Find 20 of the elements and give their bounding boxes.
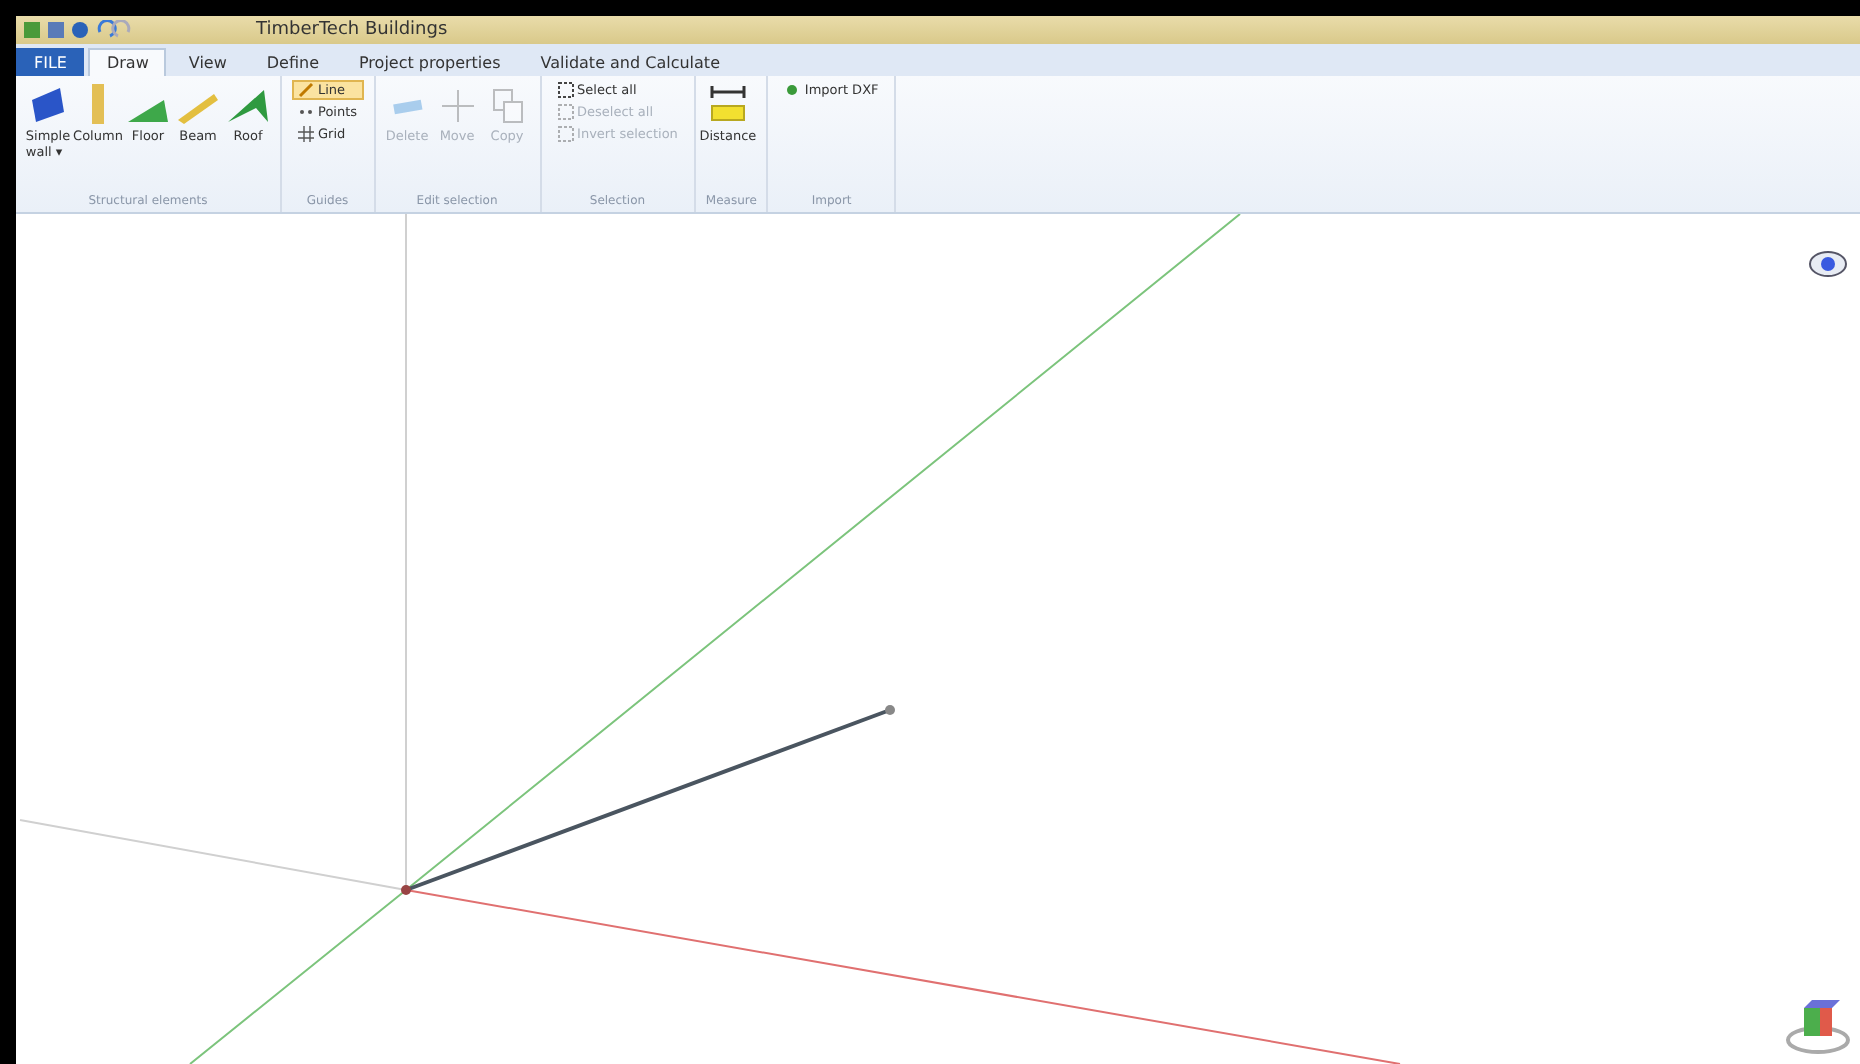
line-icon xyxy=(298,82,314,98)
grid-icon xyxy=(298,126,314,142)
ribbon-tab[interactable]: View xyxy=(170,48,245,76)
floor-icon xyxy=(128,96,168,124)
eye-icon[interactable] xyxy=(1808,250,1848,278)
window-title: TimberTech Buildings xyxy=(256,20,448,40)
ribbon-tab[interactable]: Validate and Calculate xyxy=(522,48,738,76)
move-icon xyxy=(439,88,476,124)
ruler-icon xyxy=(707,84,748,124)
points-icon xyxy=(298,104,314,120)
ribbon-tab[interactable]: Project properties xyxy=(341,48,519,76)
beam-icon xyxy=(178,92,218,124)
roof-icon xyxy=(228,88,268,124)
file-tab[interactable]: FILE xyxy=(16,48,85,76)
ribbon-tab[interactable]: Draw xyxy=(88,48,167,76)
import-icon xyxy=(784,82,801,98)
wall-icon xyxy=(28,84,68,124)
column-icon xyxy=(90,84,106,124)
copy-icon xyxy=(491,88,524,124)
ribbon-tab[interactable]: Define xyxy=(248,48,337,76)
